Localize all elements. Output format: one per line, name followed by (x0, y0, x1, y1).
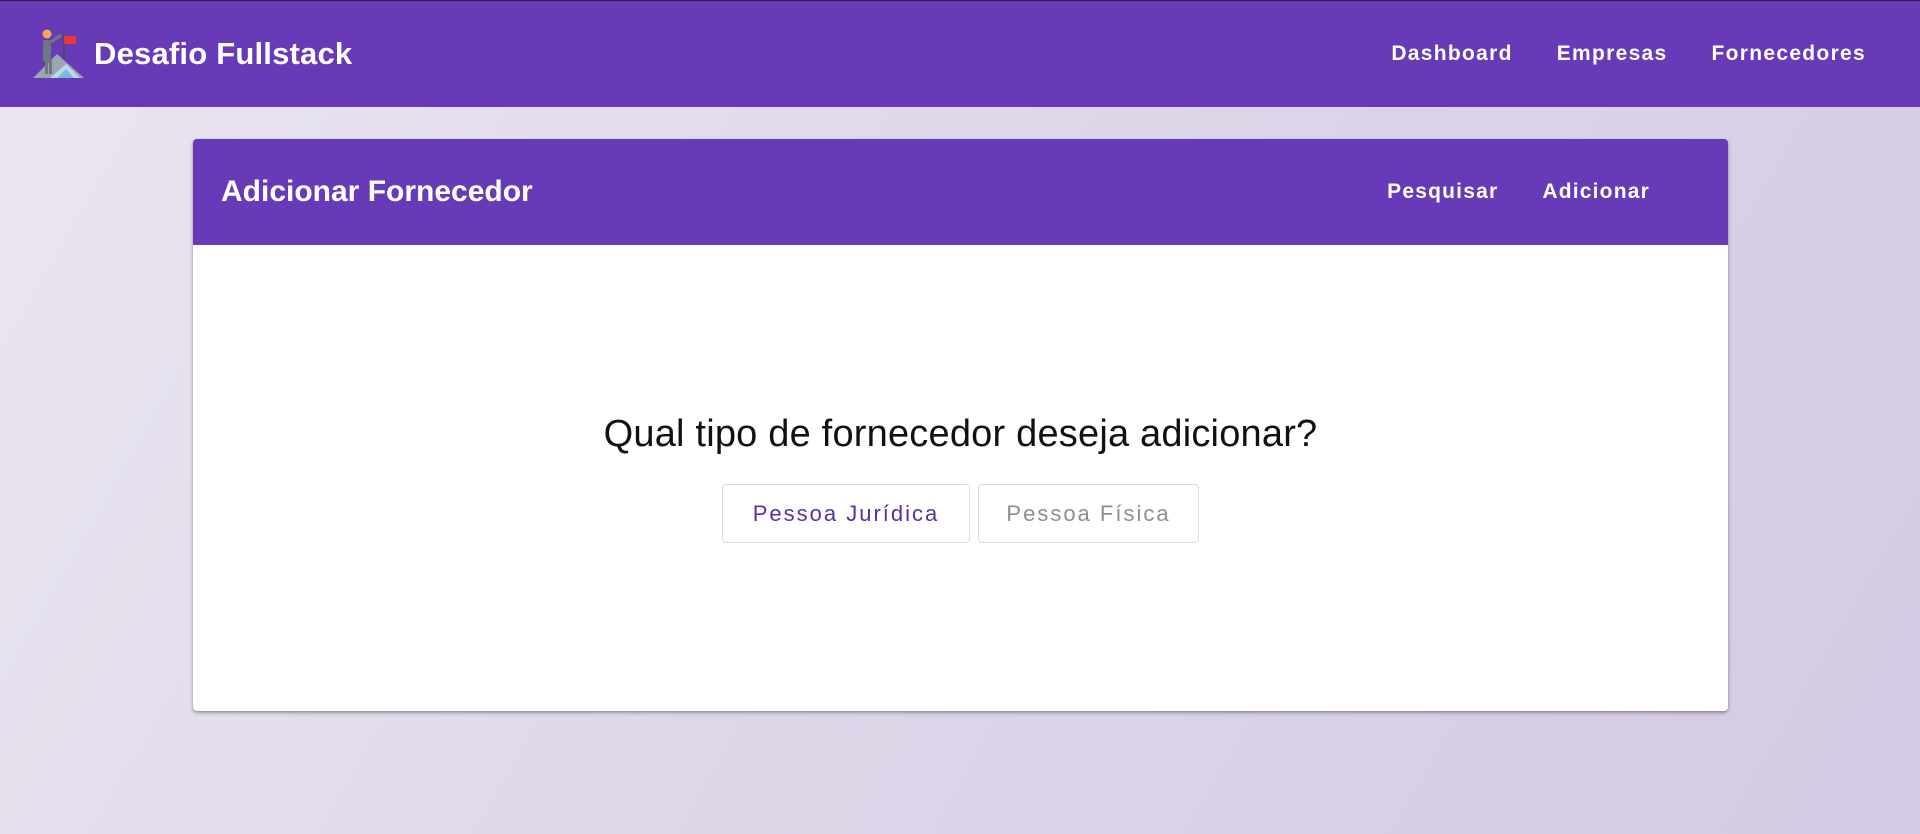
brand[interactable]: Desafio Fullstack (30, 26, 352, 82)
add-action-button[interactable]: Adicionar (1520, 170, 1672, 214)
nav-dashboard[interactable]: Dashboard (1369, 32, 1534, 76)
supplier-type-question: Qual tipo de fornecedor deseja adicionar… (603, 413, 1318, 455)
card-body: Qual tipo de fornecedor deseja adicionar… (193, 245, 1728, 711)
card-header: Adicionar Fornecedor Pesquisar Adicionar (193, 139, 1728, 245)
main-nav: Dashboard Empresas Fornecedores (1369, 32, 1890, 76)
pessoa-fisica-button[interactable]: Pessoa Física (978, 484, 1199, 543)
pessoa-juridica-button[interactable]: Pessoa Jurídica (722, 484, 970, 543)
card-actions: Pesquisar Adicionar (1365, 170, 1700, 214)
card-title: Adicionar Fornecedor (221, 175, 533, 208)
nav-empresas[interactable]: Empresas (1535, 32, 1690, 76)
app-title[interactable]: Desafio Fullstack (94, 36, 352, 72)
add-supplier-card: Adicionar Fornecedor Pesquisar Adicionar… (193, 139, 1728, 711)
top-app-bar: Desafio Fullstack Dashboard Empresas For… (0, 0, 1920, 107)
search-action-button[interactable]: Pesquisar (1365, 170, 1520, 214)
mountain-flag-icon (33, 29, 84, 78)
nav-fornecedores[interactable]: Fornecedores (1690, 32, 1890, 76)
supplier-type-toggle-group: Pessoa Jurídica Pessoa Física (722, 484, 1199, 543)
